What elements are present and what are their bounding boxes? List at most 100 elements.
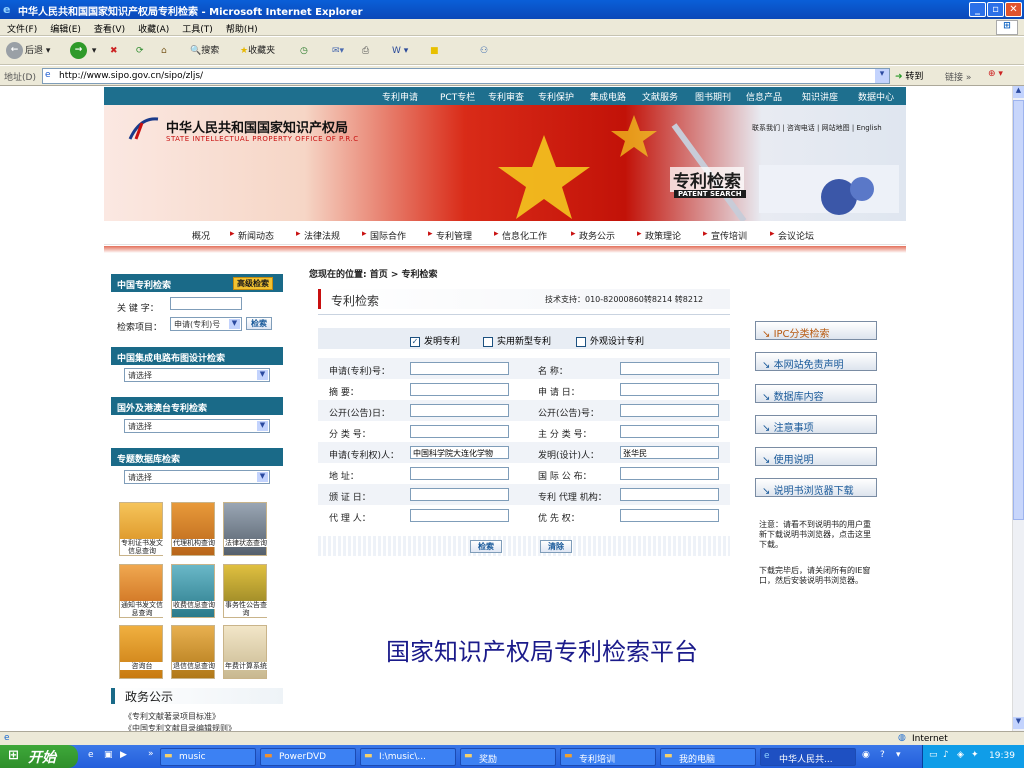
vertical-scrollbar[interactable]: ▲ ▼ [1012, 86, 1024, 731]
minimize-button[interactable]: _ [969, 2, 986, 17]
advanced-search-button[interactable]: 高级检索 [233, 277, 273, 290]
menu-tools[interactable]: 工具(T) [175, 19, 219, 35]
topnav-item[interactable]: 专利审查 [488, 90, 524, 103]
close-button[interactable]: ✕ [1005, 2, 1022, 17]
edit-icon[interactable]: W ▾ [392, 42, 408, 60]
service-tile[interactable]: 收费信息查询 [171, 564, 216, 618]
task-button[interactable]: ▬ I:\music\... [360, 748, 456, 766]
subnav-item[interactable]: 专利管理 [436, 229, 472, 242]
notes-button[interactable]: ↘ 注意事项 [755, 415, 877, 434]
topnav-item[interactable]: 图书期刊 [695, 90, 731, 103]
ipc-search-button[interactable]: ↘ IPC分类检索 [755, 321, 877, 340]
task-button[interactable]: ▬ music [160, 748, 256, 766]
gov-item[interactable]: 《专利文献著录项目标准》 [124, 711, 220, 722]
header-link[interactable]: 咨询电话 [787, 124, 815, 132]
service-tile[interactable]: 代理机构查询 [171, 502, 216, 556]
history-icon[interactable]: ◷ [300, 42, 308, 60]
service-tile[interactable]: 咨询台 [119, 625, 164, 679]
start-button[interactable]: ⊞ 开始 [0, 745, 78, 768]
messenger-icon[interactable]: ⚇ [480, 42, 488, 60]
menu-view[interactable]: 查看(V) [87, 19, 131, 35]
topnav-item[interactable]: PCT专栏 [440, 90, 475, 103]
maximize-button[interactable]: ▫ [987, 2, 1004, 17]
service-tile[interactable]: 退信信息查询 [171, 625, 216, 679]
scroll-thumb[interactable] [1013, 100, 1024, 520]
task-button[interactable]: ▬ PowerDVD [260, 748, 356, 766]
application-date-input[interactable] [620, 383, 719, 396]
side-search-button[interactable]: 检索 [246, 317, 272, 330]
usage-guide-button[interactable]: ↘ 使用说明 [755, 447, 877, 466]
address-input[interactable]: e http://www.sipo.gov.cn/sipo/zljs/ ▾ [42, 68, 890, 84]
print-icon[interactable]: ⎙ [362, 42, 369, 60]
subnav-item[interactable]: 法律法规 [304, 229, 340, 242]
ic-select[interactable]: 请选择 ▼ [124, 368, 270, 382]
quicklaunch-desktop-icon[interactable]: ▣ [104, 750, 113, 760]
menu-edit[interactable]: 编辑(E) [43, 19, 87, 35]
topnav-item[interactable]: 文献服务 [642, 90, 678, 103]
header-link[interactable]: English [856, 124, 881, 132]
expand-icon[interactable]: ▾ [896, 750, 901, 760]
search-item-select[interactable]: 申请(专利)号 ▼ [170, 317, 242, 331]
topnav-item[interactable]: 专利保护 [538, 90, 574, 103]
agent-input[interactable] [410, 509, 509, 522]
publication-date-input[interactable] [410, 404, 509, 417]
application-number-input[interactable] [410, 362, 509, 375]
publication-number-input[interactable] [620, 404, 719, 417]
subnav-item[interactable]: 信息化工作 [502, 229, 547, 242]
subnav-item[interactable]: 政策理论 [645, 229, 681, 242]
service-tile[interactable]: 法律状态查询 [223, 502, 268, 556]
security-icon[interactable]: ◈ [957, 750, 964, 760]
quicklaunch-ie-icon[interactable]: e [88, 750, 94, 760]
tray-helper-icon[interactable]: ◉ [862, 750, 870, 760]
applicant-input[interactable]: 中国科学院大连化学物 [410, 446, 509, 459]
theme-select[interactable]: 请选择 ▼ [124, 470, 270, 484]
topnav-item[interactable]: 信息产品 [746, 90, 782, 103]
help-icon[interactable]: ? [880, 750, 885, 760]
clear-button[interactable]: 清除 [540, 540, 572, 553]
quicklaunch-player-icon[interactable]: ▶ [120, 750, 127, 760]
agency-input[interactable] [620, 488, 719, 501]
task-button[interactable]: ▬ 奖励 [460, 748, 556, 766]
header-link[interactable]: 网站地图 [822, 124, 850, 132]
service-tile[interactable]: 专利证书发文信息查询 [119, 502, 164, 556]
intl-publication-input[interactable] [620, 467, 719, 480]
forward-button[interactable]: → ▾ [70, 42, 96, 60]
extension-icon[interactable]: ⊕ ▾ [988, 69, 1003, 79]
menu-help[interactable]: 帮助(H) [219, 19, 264, 35]
task-button-active[interactable]: e 中华人民共... [760, 748, 856, 766]
type-invention-checkbox[interactable]: ✓ 发明专利 [410, 334, 460, 347]
back-button[interactable]: ← 后退 ▾ [6, 42, 50, 60]
quicklaunch-more-icon[interactable]: » [148, 749, 154, 759]
discuss-icon[interactable]: ■ [430, 42, 439, 60]
gov-item[interactable]: 《中国专利文献目录编辑规则》 [124, 723, 236, 731]
volume-icon[interactable]: ♪ [943, 750, 949, 760]
address-field-input[interactable] [410, 467, 509, 480]
links-button[interactable]: 链接 » [945, 70, 971, 83]
mail-icon[interactable]: ✉▾ [332, 42, 344, 60]
hk-select[interactable]: 请选择 ▼ [124, 419, 270, 433]
header-link[interactable]: 联系我们 [752, 124, 780, 132]
classification-input[interactable] [410, 425, 509, 438]
antivirus-icon[interactable]: ✦ [971, 750, 979, 760]
subnav-item[interactable]: 宣传培训 [711, 229, 747, 242]
go-button[interactable]: ➜ 转到 [895, 69, 923, 82]
keyword-input[interactable] [170, 297, 242, 310]
title-input[interactable] [620, 362, 719, 375]
subnav-item[interactable]: 会议论坛 [778, 229, 814, 242]
refresh-icon[interactable]: ⟳ [136, 42, 144, 60]
subnav-item[interactable]: 国际合作 [370, 229, 406, 242]
topnav-item[interactable]: 专利申请 [382, 90, 418, 103]
service-tile[interactable]: 通知书发文信息查询 [119, 564, 164, 618]
scroll-down-icon[interactable]: ▼ [1013, 717, 1024, 729]
menu-file[interactable]: 文件(F) [0, 19, 43, 35]
disclaimer-button[interactable]: ↘ 本网站免责声明 [755, 352, 877, 371]
home-icon[interactable]: ⌂ [161, 42, 167, 60]
search-submit-button[interactable]: 检索 [470, 540, 502, 553]
favorites-button[interactable]: ★收藏夹 [240, 42, 275, 60]
type-utility-checkbox[interactable]: 实用新型专利 [483, 334, 551, 347]
browser-download-button[interactable]: ↘ 说明书浏览器下载 [755, 478, 877, 497]
task-button[interactable]: ▬ 我的电脑 [660, 748, 756, 766]
subnav-item[interactable]: 新闻动态 [238, 229, 274, 242]
subnav-item[interactable]: 概况 [192, 229, 210, 242]
task-button[interactable]: ▬ 专利培训 [560, 748, 656, 766]
